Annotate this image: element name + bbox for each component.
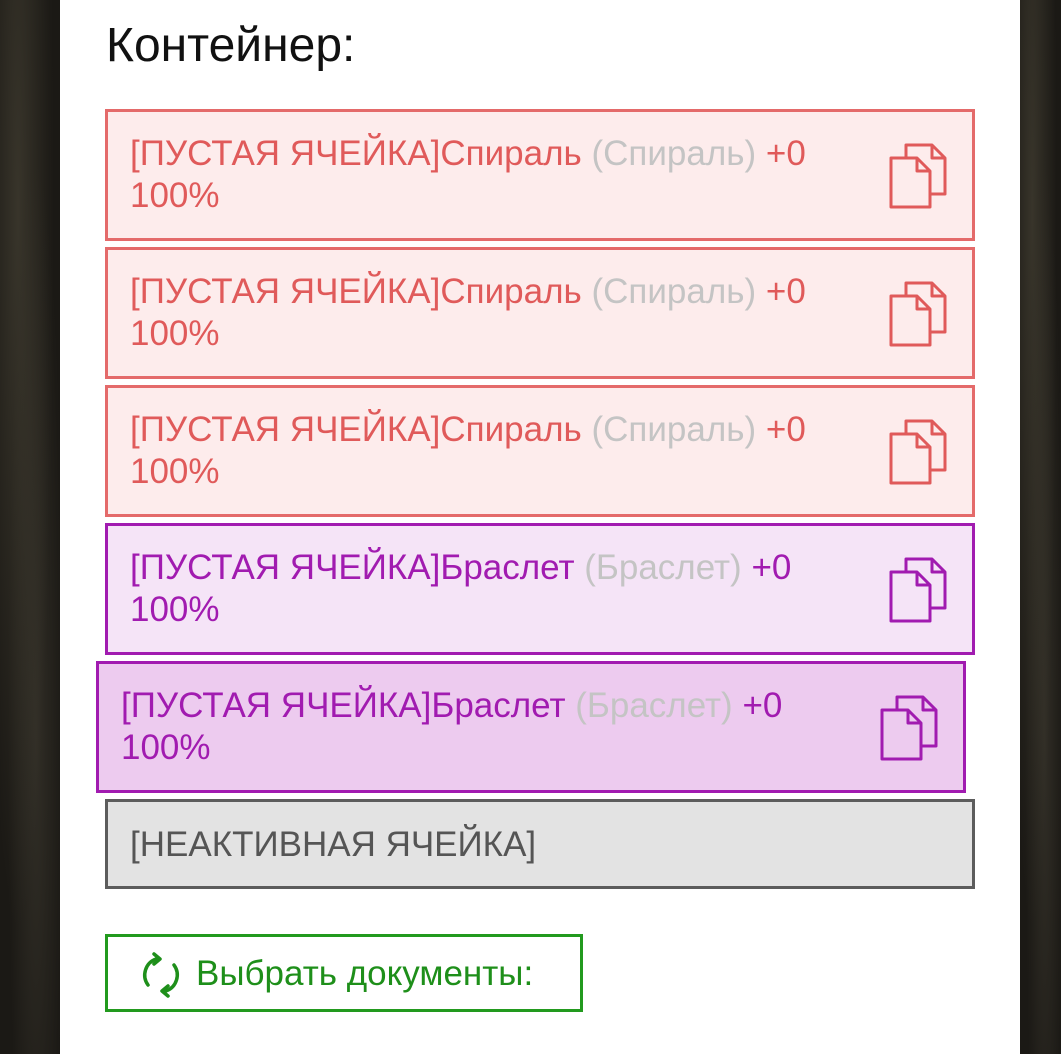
slot-bonus: +0 [765, 134, 806, 173]
slot-bonus: +0 [742, 686, 783, 725]
slot-prefix: [ПУСТАЯ ЯЧЕЙКА] [130, 134, 441, 173]
copy-icon[interactable] [879, 694, 939, 762]
slot-prefix: [ПУСТАЯ ЯЧЕЙКА] [130, 548, 441, 587]
select-documents-button[interactable]: Выбрать документы: [105, 934, 583, 1012]
slot-prefix: [ПУСТАЯ ЯЧЕЙКА] [130, 410, 441, 449]
slot-item-name: Спираль [440, 272, 582, 311]
inactive-slot-label: [НЕАКТИВНАЯ ЯЧЕЙКА] [130, 825, 537, 864]
copy-icon[interactable] [888, 418, 948, 486]
slot-item-alt-name: (Браслет) [575, 686, 733, 725]
slot-condition: 100% [130, 452, 220, 491]
slot-condition: 100% [130, 590, 220, 629]
copy-icon[interactable] [888, 142, 948, 210]
slot-condition: 100% [121, 728, 211, 767]
container-title: Контейнер: [106, 19, 356, 72]
container-slot-bracelet-2[interactable]: [ПУСТАЯ ЯЧЕЙКА]Браслет (Браслет) +0 100% [96, 661, 966, 793]
container-panel: Контейнер: [ПУСТАЯ ЯЧЕЙКА]Спираль (Спира… [60, 0, 1020, 1054]
slot-item-name: Спираль [440, 410, 582, 449]
container-slot-bracelet-1[interactable]: [ПУСТАЯ ЯЧЕЙКА]Браслет (Браслет) +0 100% [105, 523, 975, 655]
background-left [0, 0, 60, 1054]
copy-icon[interactable] [888, 280, 948, 348]
slot-text: [ПУСТАЯ ЯЧЕЙКА]Браслет (Браслет) +0 100% [121, 685, 861, 769]
slot-condition: 100% [130, 314, 220, 353]
slot-item-alt-name: (Браслет) [584, 548, 742, 587]
container-slot-inactive: [НЕАКТИВНАЯ ЯЧЕЙКА] [105, 799, 975, 889]
slot-bonus: +0 [765, 272, 806, 311]
container-slot-spiral-3[interactable]: [ПУСТАЯ ЯЧЕЙКА]Спираль (Спираль) +0 100% [105, 385, 975, 517]
copy-icon[interactable] [888, 556, 948, 624]
slot-text: [ПУСТАЯ ЯЧЕЙКА]Спираль (Спираль) +0 100% [130, 409, 870, 493]
container-slot-spiral-2[interactable]: [ПУСТАЯ ЯЧЕЙКА]Спираль (Спираль) +0 100% [105, 247, 975, 379]
slot-bonus: +0 [751, 548, 792, 587]
slot-bonus: +0 [765, 410, 806, 449]
container-slot-spiral-1[interactable]: [ПУСТАЯ ЯЧЕЙКА]Спираль (Спираль) +0 100% [105, 109, 975, 241]
slot-item-alt-name: (Спираль) [591, 272, 757, 311]
slot-text: [ПУСТАЯ ЯЧЕЙКА]Спираль (Спираль) +0 100% [130, 271, 870, 355]
slot-text: [ПУСТАЯ ЯЧЕЙКА]Спираль (Спираль) +0 100% [130, 133, 870, 217]
background-right [1020, 0, 1061, 1054]
slot-prefix: [ПУСТАЯ ЯЧЕЙКА] [130, 272, 441, 311]
slot-text: [ПУСТАЯ ЯЧЕЙКА]Браслет (Браслет) +0 100% [130, 547, 870, 631]
slot-prefix: [ПУСТАЯ ЯЧЕЙКА] [121, 686, 432, 725]
refresh-icon [143, 952, 179, 998]
slot-item-name: Спираль [440, 134, 582, 173]
slot-item-name: Браслет [431, 686, 566, 725]
slot-condition: 100% [130, 176, 220, 215]
slot-item-name: Браслет [440, 548, 575, 587]
select-documents-label: Выбрать документы: [196, 954, 534, 993]
slot-item-alt-name: (Спираль) [591, 134, 757, 173]
slot-item-alt-name: (Спираль) [591, 410, 757, 449]
